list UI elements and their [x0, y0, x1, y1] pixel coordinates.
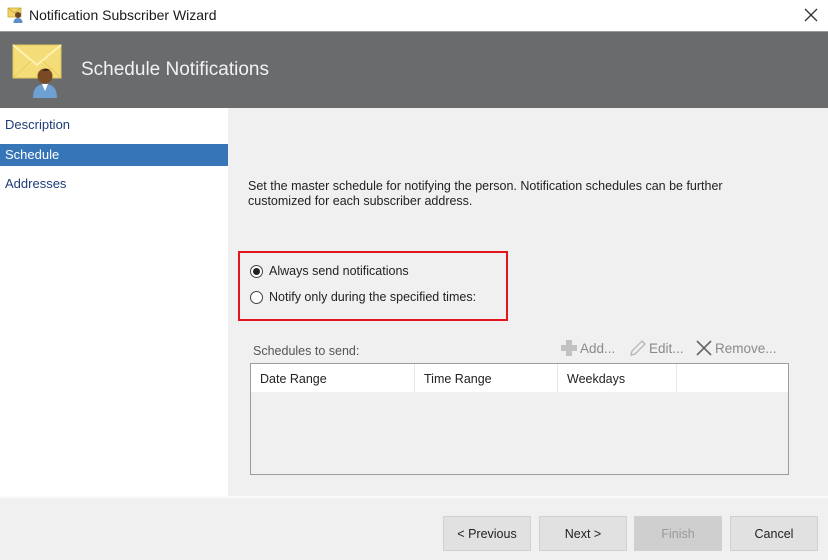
- close-icon: [804, 8, 818, 22]
- wizard-sidebar: Description Schedule Addresses: [0, 108, 228, 496]
- radio-button-selected[interactable]: [250, 264, 263, 278]
- sidebar-item-addresses[interactable]: Addresses: [0, 173, 228, 195]
- table-header: Date Range Time Range Weekdays: [251, 364, 788, 392]
- finish-button: Finish: [634, 516, 722, 551]
- envelope-person-icon: [12, 43, 64, 99]
- next-button[interactable]: Next >: [539, 516, 627, 551]
- column-header-date-range[interactable]: Date Range: [251, 364, 415, 392]
- radio-label-always: Always send notifications: [269, 264, 409, 278]
- subscriber-envelope-icon: [7, 6, 25, 24]
- schedules-table[interactable]: Date Range Time Range Weekdays: [250, 363, 789, 475]
- pencil-icon: [630, 340, 646, 356]
- wizard-header: Schedule Notifications: [0, 31, 828, 108]
- cancel-button[interactable]: Cancel: [730, 516, 818, 551]
- remove-label: Remove...: [715, 340, 777, 356]
- edit-label: Edit...: [649, 340, 684, 356]
- column-header-empty[interactable]: [677, 364, 788, 392]
- radio-always-send[interactable]: Always send notifications: [250, 264, 409, 278]
- column-header-weekdays[interactable]: Weekdays: [558, 364, 677, 392]
- close-button[interactable]: [798, 4, 824, 26]
- schedule-description: Set the master schedule for notifying th…: [248, 179, 723, 208]
- edit-button[interactable]: Edit...: [629, 339, 684, 357]
- add-button[interactable]: Add...: [560, 339, 615, 357]
- window-title: Notification Subscriber Wizard: [29, 7, 217, 23]
- sidebar-item-schedule[interactable]: Schedule: [0, 144, 228, 166]
- remove-button[interactable]: Remove...: [695, 339, 777, 357]
- radio-label-specified: Notify only during the specified times:: [269, 290, 477, 304]
- plus-icon: [561, 340, 577, 356]
- footer-divider: [0, 496, 828, 498]
- radio-button[interactable]: [250, 290, 263, 304]
- previous-button[interactable]: < Previous: [443, 516, 531, 551]
- sidebar-item-description[interactable]: Description: [0, 114, 228, 136]
- x-icon: [696, 340, 712, 356]
- title-bar: Notification Subscriber Wizard: [0, 0, 828, 31]
- highlight-box: [238, 251, 508, 321]
- radio-notify-specified[interactable]: Notify only during the specified times:: [250, 290, 476, 304]
- add-label: Add...: [580, 340, 616, 356]
- column-header-time-range[interactable]: Time Range: [415, 364, 558, 392]
- schedules-label: Schedules to send:: [253, 344, 360, 358]
- page-title: Schedule Notifications: [81, 59, 269, 80]
